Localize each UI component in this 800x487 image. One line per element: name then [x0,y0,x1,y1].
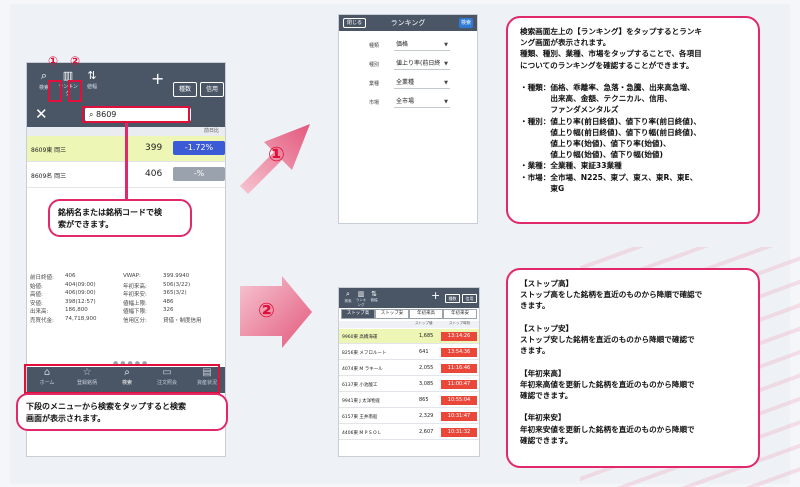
search-icon: ⌕ [40,69,48,82]
list-item[interactable]: 6157東 王井南船 2,329 10:31:47 [339,409,479,424]
tab-year-high[interactable]: 年初来高 [409,309,443,319]
list-item[interactable]: 4406東 M P S O L 2,607 10:31:32 [339,425,479,440]
list-item[interactable]: 9960東 高橋海運 1,685 13:14:26 [339,329,479,344]
highlight-tab-bar [24,364,220,394]
stop-top-button[interactable]: ⇅ 値幅 [81,69,103,97]
stop-icon: ⇅ [371,290,377,298]
stop-tabs: ストップ高 ストップ安 年初来高 年初来安 [341,309,477,319]
stop-list-phone: ⌕ 検索 ▥ ランキング ⇅ 値幅 + 種数 信用 ストップ高 ストップ安 年初来高 … [338,287,480,457]
stock-price: 406 [145,169,163,179]
search-icon: ⌕ [346,290,350,298]
header-button-credit[interactable]: 信用 [200,82,224,97]
filter-industry[interactable]: 業種 全業種 [339,77,477,91]
stock-name: 8609東 岡三 [31,147,67,154]
marker-one: ① [48,54,59,68]
menu-hint-callout: 下段のメニューから検索をタップすると検索 画面が表示されます。 [16,393,228,431]
stop-info-box: 【ストップ高】 ストップ高をした銘柄を直近のものから降順で確認で きます。 【ス… [506,268,760,468]
ranking-info-box: 検索画面左上の【ランキング】をタップするとランキ ング画面が表示されます。 種類… [506,16,760,224]
header-button-kind[interactable]: 種数 [173,82,197,97]
ranking-button[interactable]: ▥ ランキング [355,290,367,308]
plus-icon[interactable]: + [151,69,164,88]
market-select[interactable]: 全市場 [394,96,450,108]
arrow-step-two-icon [240,276,312,348]
highlight-ranking-button [48,80,62,102]
ranking-search-button[interactable]: 検索 [459,18,473,28]
ranking-title: ランキング [390,19,426,27]
change-badge: -% [173,167,225,181]
step-two-label: ② [258,298,275,322]
stop-column-header: ストップ値 ストップ時刻 [339,321,479,328]
filter-market[interactable]: 市場 全市場 [339,96,477,110]
list-item[interactable]: 9941東 J 太洋物産 865 10:55:04 [339,393,479,408]
tab-stop-high[interactable]: ストップ高 [341,309,375,319]
highlight-search-input [82,106,190,123]
filter-kind[interactable]: 種類 価格 [339,39,477,53]
list-item[interactable]: 4074東 M ラキール 2,055 11:16:46 [339,361,479,376]
header-button-kind[interactable]: 種数 [445,294,460,303]
search-button[interactable]: ⌕ 検索 [342,290,354,304]
list-item[interactable]: 6137東 小池酸工 3,085 11:00:47 [339,377,479,392]
type-select[interactable]: 値上り率(前日終 [394,58,450,70]
stock-stats: 前日終値: 406 VWAP: 399.9940 始値: 404(09:00) 年初来高:… [30,273,202,324]
plus-icon[interactable]: + [431,289,440,302]
kind-select[interactable]: 価格 [394,39,450,51]
callout-connector [125,123,128,203]
change-badge: -1.72% [173,141,225,155]
step-one-label: ① [268,142,285,166]
close-icon[interactable]: ✕ [35,105,48,123]
list-item[interactable]: 8256東 メフロルート 641 13:54:36 [339,345,479,360]
tab-stop-low[interactable]: ストップ安 [375,309,409,319]
stop-icon: ⇅ [87,69,97,82]
stock-name: 8609名 岡三 [31,173,67,180]
highlight-stop-button [68,80,82,102]
ranking-icon: ▥ [357,290,365,298]
stop-button[interactable]: ⇅ 値幅 [368,290,380,303]
header-button-credit[interactable]: 信用 [462,294,477,303]
ranking-screen-phone: 閉じる ランキング 検索 種類 価格 種別 値上り率(前日終 業種 全業種 市場… [338,14,478,224]
stop-list-header: ⌕ 検索 ▥ ランキング ⇅ 値幅 + 種数 信用 [339,288,479,308]
stock-price: 399 [145,143,163,153]
search-hint-callout: 銘柄名または銘柄コードで検 索ができます。 [48,199,192,237]
ranking-header: 閉じる ランキング 検索 [339,15,477,31]
filter-type[interactable]: 種別 値上り率(前日終 [339,58,477,72]
marker-two: ② [70,54,81,68]
tab-year-low[interactable]: 年初来安 [443,309,477,319]
industry-select[interactable]: 全業種 [394,77,450,89]
